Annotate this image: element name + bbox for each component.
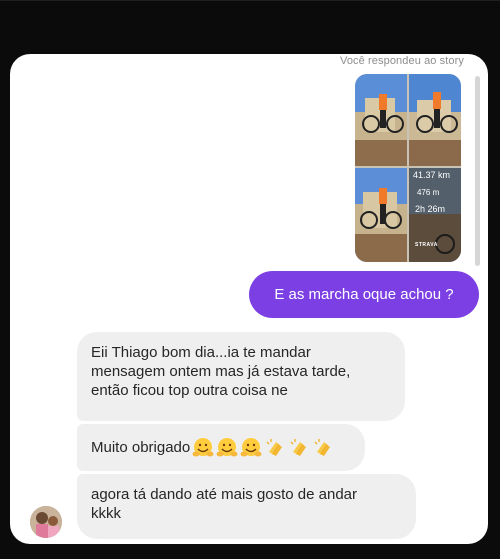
story-reply-note: Você respondeu ao story	[340, 55, 464, 67]
clapping-hands-icon	[290, 438, 307, 456]
story-preview-image[interactable]: 41.37 km 476 m 2h 26m STRAVA	[355, 74, 461, 262]
outgoing-message-bubble[interactable]: E as marcha oque achou ?	[249, 271, 479, 318]
story-distance-stat: 41.37 km	[413, 170, 451, 180]
sender-avatar[interactable]	[30, 506, 62, 538]
incoming-message-bubble[interactable]: Eii Thiago bom dia...ia te mandar mensag…	[77, 332, 405, 421]
hugging-face-icon	[240, 437, 262, 456]
story-time-stat: 2h 26m	[415, 204, 446, 214]
clapping-hands-icon	[314, 438, 331, 456]
incoming-message-bubble[interactable]: agora tá dando até mais gosto de andar k…	[77, 474, 416, 539]
hugging-face-icon	[192, 437, 214, 456]
emoji-row	[192, 437, 336, 459]
scrollbar[interactable]	[475, 76, 480, 266]
message-text: Muito obrigado	[91, 439, 191, 456]
hugging-face-icon	[216, 437, 238, 456]
top-bar	[0, 0, 500, 55]
incoming-message-bubble[interactable]: Muito obrigado	[77, 424, 365, 471]
chat-thread[interactable]: Você respondeu ao story 41.37 km 476 m 2…	[10, 54, 488, 544]
clapping-hands-icon	[266, 438, 283, 456]
story-elevation-stat: 476 m	[417, 188, 440, 197]
strava-logo: STRAVA	[415, 242, 438, 248]
